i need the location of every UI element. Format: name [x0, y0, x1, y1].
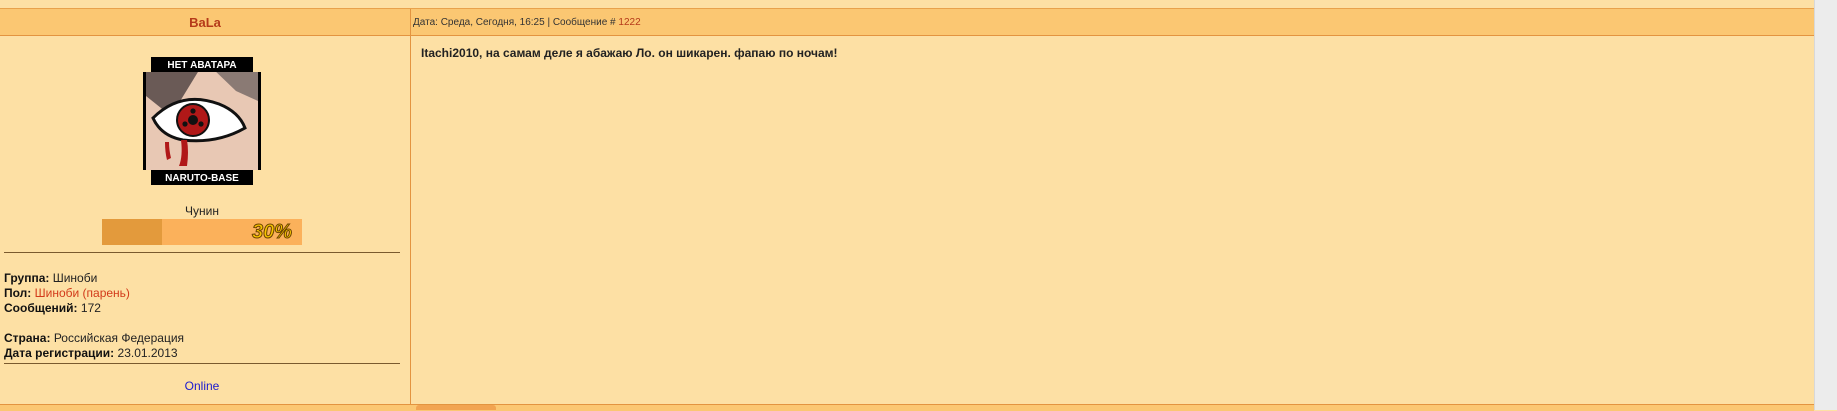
online-status: Online [184, 379, 220, 393]
post-author: BaLa [0, 9, 410, 35]
group-line: Группа: Шиноби [4, 271, 97, 286]
reputation-bar: 30% [102, 219, 302, 245]
top-strip [0, 0, 1814, 9]
registered-value: 23.01.2013 [117, 346, 178, 360]
post-date: Дата: Среда, Сегодня, 16:25 | Сообщение … [413, 16, 619, 28]
column-divider [410, 9, 411, 410]
post-message: Itachi2010, на самам деле я абажаю Ло. о… [421, 46, 838, 60]
gender-value: Шиноби (парень) [34, 286, 130, 300]
registered-label: Дата регистрации: [4, 346, 115, 360]
reputation-percent: 30% [251, 221, 292, 244]
avatar-bottom-text: NARUTO-BASE [165, 173, 239, 184]
gender-line: Пол: Шиноби (парень) [4, 286, 130, 301]
avatar: НЕТ АВАТАРА NARUTO-BASE [141, 56, 263, 186]
registered-line: Дата регистрации: 23.01.2013 [4, 346, 178, 361]
country-value: Российская Федерация [53, 331, 185, 345]
user-rank: Чунин [185, 204, 219, 218]
username-link[interactable]: BaLa [189, 15, 221, 30]
next-post-tab [416, 405, 496, 410]
reputation-bar-fill [102, 219, 162, 245]
divider [4, 363, 400, 364]
message-number-link[interactable]: 1222 [618, 17, 640, 28]
country-line: Страна: Российская Федерация [4, 331, 184, 346]
posts-value: 172 [80, 301, 101, 315]
avatar-top-text: НЕТ АВАТАРА [167, 60, 236, 71]
user-info-column: НЕТ АВАТАРА NARUTO-BASE Чунин 30% Группа… [0, 36, 410, 404]
gender-label: Пол: [4, 286, 32, 300]
post-header: BaLa Дата: Среда, Сегодня, 16:25 | Сообщ… [0, 9, 1814, 36]
group-value: Шиноби [52, 271, 98, 285]
posts-line: Сообщений: 172 [4, 301, 101, 316]
post-meta: Дата: Среда, Сегодня, 16:25 | Сообщение … [413, 9, 641, 35]
divider [4, 252, 400, 253]
window-right-gutter [1814, 0, 1837, 410]
group-label: Группа: [4, 271, 50, 285]
posts-label: Сообщений: [4, 301, 78, 315]
country-label: Страна: [4, 331, 51, 345]
